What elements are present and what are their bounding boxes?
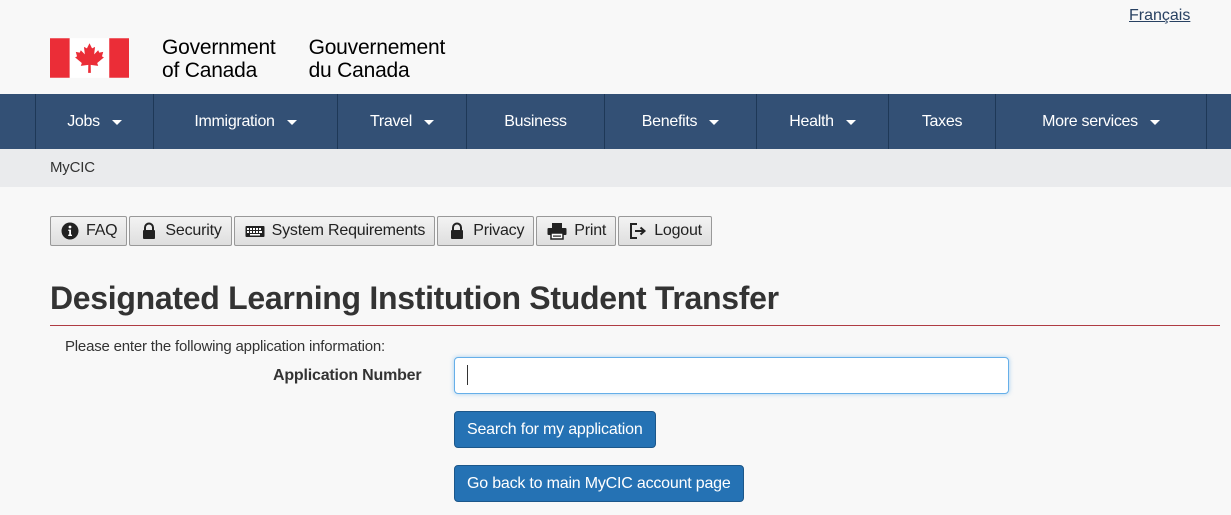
signature-fr-line2: du Canada — [308, 59, 410, 82]
title-divider — [50, 325, 1220, 326]
text-cursor — [467, 365, 468, 385]
printer-icon — [547, 223, 567, 240]
nav-item-health[interactable]: Health — [757, 94, 889, 149]
breadcrumb: MyCIC — [0, 149, 1231, 187]
logout-label: Logout — [654, 222, 702, 239]
nav-item-label: Travel — [369, 112, 413, 130]
main-menu-items: Jobs Immigration Travel Business Benefit… — [35, 94, 1207, 149]
caret-down-icon — [111, 119, 122, 125]
info-icon — [61, 222, 79, 240]
nav-item-taxes[interactable]: Taxes — [889, 94, 996, 149]
account-toolbar: FAQ Security System Requirements Privacy — [50, 216, 714, 246]
security-button[interactable]: Security — [129, 216, 232, 246]
caret-down-icon — [286, 119, 297, 125]
form-instructions: Please enter the following application i… — [65, 338, 385, 355]
nav-item-more-services[interactable]: More services — [996, 94, 1207, 149]
privacy-button[interactable]: Privacy — [437, 216, 535, 246]
government-signature[interactable]: Government of Canada Gouvernement du Can… — [50, 36, 446, 82]
signature-en-line1: Government — [162, 36, 276, 59]
system-requirements-label: System Requirements — [271, 222, 426, 239]
caret-down-icon — [1149, 119, 1160, 125]
nav-item-label: Immigration — [194, 112, 275, 130]
caret-down-icon — [845, 119, 856, 125]
nav-item-label: Taxes — [921, 112, 963, 130]
signature-en-line2: of Canada — [162, 59, 258, 82]
nav-item-business[interactable]: Business — [467, 94, 605, 149]
signature-french: Gouvernement du Canada — [309, 36, 446, 82]
nav-item-label: Benefits — [641, 112, 698, 130]
nav-item-travel[interactable]: Travel — [338, 94, 467, 149]
signature-english: Government of Canada — [162, 36, 276, 82]
breadcrumb-item-mycic: MyCIC — [50, 159, 95, 176]
faq-button[interactable]: FAQ — [50, 216, 128, 246]
caret-down-icon — [424, 119, 435, 125]
logout-icon — [630, 223, 647, 239]
lock-icon — [143, 222, 156, 239]
signature-fr-line1: Gouvernement — [308, 36, 446, 59]
nav-item-label: Business — [504, 112, 567, 130]
system-requirements-button[interactable]: System Requirements — [233, 216, 436, 246]
back-to-account-button[interactable]: Go back to main MyCIC account page — [454, 465, 744, 502]
main-menu: Jobs Immigration Travel Business Benefit… — [0, 94, 1231, 149]
application-number-input[interactable] — [454, 357, 1009, 394]
caret-down-icon — [709, 119, 720, 125]
nav-item-label: More services — [1042, 112, 1138, 130]
print-label: Print — [574, 222, 607, 239]
logout-button[interactable]: Logout — [618, 216, 712, 246]
search-application-button[interactable]: Search for my application — [454, 411, 656, 448]
canada-flag-icon — [50, 38, 129, 78]
nav-item-label: Health — [789, 112, 834, 130]
language-toggle-link[interactable]: Français — [1129, 7, 1190, 25]
nav-item-label: Jobs — [67, 112, 100, 130]
nav-item-benefits[interactable]: Benefits — [605, 94, 757, 149]
lock-icon — [451, 222, 464, 239]
application-number-label: Application Number — [273, 367, 422, 384]
keyboard-icon — [245, 226, 265, 237]
faq-label: FAQ — [86, 222, 118, 239]
nav-item-jobs[interactable]: Jobs — [36, 94, 154, 149]
page-title: Designated Learning Institution Student … — [50, 280, 779, 316]
privacy-label: Privacy — [473, 222, 525, 239]
print-button[interactable]: Print — [536, 216, 617, 246]
nav-item-immigration[interactable]: Immigration — [154, 94, 338, 149]
security-label: Security — [165, 222, 222, 239]
